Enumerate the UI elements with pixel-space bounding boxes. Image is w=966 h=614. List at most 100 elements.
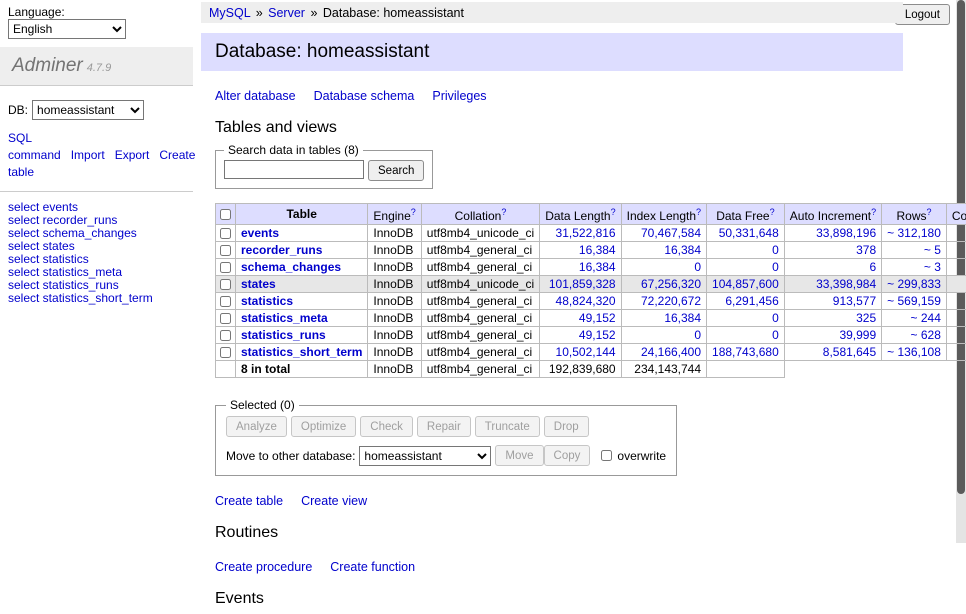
index-length-link[interactable]: 70,467,584 <box>641 226 701 240</box>
move-target-select[interactable]: homeassistant <box>359 446 491 466</box>
help-link[interactable]: ? <box>927 207 932 217</box>
column-header-auto-increment: Auto Increment? <box>784 204 881 225</box>
table-name-link[interactable]: statistics_runs <box>241 328 326 342</box>
language-select[interactable]: English <box>8 19 126 39</box>
rows-link[interactable]: ~ 312,180 <box>887 226 941 240</box>
data-free-link[interactable]: 0 <box>772 311 779 325</box>
sidebar-action-link[interactable]: Export <box>115 148 150 162</box>
data-length-link[interactable]: 16,384 <box>579 243 616 257</box>
check-button[interactable]: Check <box>360 416 413 437</box>
column-header-rows: Rows? <box>882 204 947 225</box>
table-name-link[interactable]: statistics_meta <box>241 311 328 325</box>
overwrite-option[interactable]: overwrite <box>599 449 666 463</box>
db-action-link[interactable]: Alter database <box>215 89 296 103</box>
rows-link[interactable]: ~ 5 <box>924 243 941 257</box>
create-link[interactable]: Create view <box>301 494 367 508</box>
help-link[interactable]: ? <box>871 207 876 217</box>
table-name-link[interactable]: recorder_runs <box>241 243 322 257</box>
app-name-link[interactable]: Adminer <box>12 55 83 76</box>
help-link[interactable]: ? <box>411 207 416 217</box>
index-length-link[interactable]: 67,256,320 <box>641 277 701 291</box>
data-length-link[interactable]: 10,502,144 <box>556 345 616 359</box>
routine-link[interactable]: Create procedure <box>215 560 312 574</box>
analyze-button[interactable]: Analyze <box>226 416 287 437</box>
rows-link[interactable]: ~ 299,833 <box>887 277 941 291</box>
auto-increment-link[interactable]: 325 <box>856 311 876 325</box>
row-checkbox[interactable] <box>220 228 231 239</box>
row-checkbox[interactable] <box>220 262 231 273</box>
data-free-link[interactable]: 0 <box>772 328 779 342</box>
logout-button[interactable]: Logout <box>895 4 950 25</box>
rows-link[interactable]: ~ 3 <box>924 260 941 274</box>
rows-link[interactable]: ~ 244 <box>911 311 941 325</box>
data-free-link[interactable]: 0 <box>772 260 779 274</box>
search-input[interactable] <box>224 160 364 179</box>
table-name-link[interactable]: events <box>241 226 279 240</box>
help-link[interactable]: ? <box>611 207 616 217</box>
auto-increment-link[interactable]: 39,999 <box>839 328 876 342</box>
help-link[interactable]: ? <box>501 207 506 217</box>
column-header-data-free: Data Free? <box>707 204 785 225</box>
index-length-link[interactable]: 72,220,672 <box>641 294 701 308</box>
search-button[interactable]: Search <box>368 160 424 181</box>
table-name-link[interactable]: statistics_short_term <box>241 345 362 359</box>
auto-increment-link[interactable]: 6 <box>869 260 876 274</box>
index-length-link[interactable]: 16,384 <box>664 311 701 325</box>
sidebar-table-link[interactable]: select statistics_short_term <box>8 292 185 305</box>
breadcrumb-link-server[interactable]: Server <box>268 6 305 20</box>
row-checkbox[interactable] <box>220 296 231 307</box>
rows-link[interactable]: ~ 569,159 <box>887 294 941 308</box>
truncate-button[interactable]: Truncate <box>475 416 540 437</box>
data-free-link[interactable]: 104,857,600 <box>712 277 779 291</box>
sidebar-action-link[interactable]: Import <box>71 148 105 162</box>
db-action-link[interactable]: Database schema <box>314 89 415 103</box>
index-length-link[interactable]: 0 <box>694 260 701 274</box>
auto-increment-link[interactable]: 8,581,645 <box>823 345 876 359</box>
data-length-link[interactable]: 101,859,328 <box>549 277 616 291</box>
data-free-link[interactable]: 0 <box>772 243 779 257</box>
table-name-link[interactable]: schema_changes <box>241 260 341 274</box>
auto-increment-link[interactable]: 33,898,196 <box>816 226 876 240</box>
rows-link[interactable]: ~ 628 <box>911 328 941 342</box>
index-length-link[interactable]: 24,166,400 <box>641 345 701 359</box>
data-length-link[interactable]: 49,152 <box>579 328 616 342</box>
db-select[interactable]: homeassistant <box>32 100 144 120</box>
row-checkbox[interactable] <box>220 245 231 256</box>
table-name-link[interactable]: states <box>241 277 276 291</box>
help-link[interactable]: ? <box>696 207 701 217</box>
row-checkbox[interactable] <box>220 330 231 341</box>
auto-increment-link[interactable]: 913,577 <box>833 294 876 308</box>
copy-button[interactable]: Copy <box>544 445 591 466</box>
auto-increment-link[interactable]: 378 <box>856 243 876 257</box>
repair-button[interactable]: Repair <box>417 416 471 437</box>
move-button[interactable]: Move <box>495 445 543 466</box>
data-free-cell: 104,857,600 <box>707 276 785 293</box>
row-select-cell <box>216 327 236 344</box>
data-length-link[interactable]: 16,384 <box>579 260 616 274</box>
data-length-link[interactable]: 49,152 <box>579 311 616 325</box>
row-checkbox[interactable] <box>220 347 231 358</box>
auto-increment-link[interactable]: 33,398,984 <box>816 277 876 291</box>
table-name-link[interactable]: statistics <box>241 294 293 308</box>
rows-link[interactable]: ~ 136,108 <box>887 345 941 359</box>
sidebar-action-link[interactable]: SQL command <box>8 131 61 162</box>
data-free-link[interactable]: 188,743,680 <box>712 345 779 359</box>
optimize-button[interactable]: Optimize <box>291 416 356 437</box>
index-length-link[interactable]: 16,384 <box>664 243 701 257</box>
data-free-link[interactable]: 50,331,648 <box>719 226 779 240</box>
drop-button[interactable]: Drop <box>544 416 589 437</box>
help-link[interactable]: ? <box>770 207 775 217</box>
overwrite-checkbox[interactable] <box>601 450 612 461</box>
data-length-link[interactable]: 31,522,816 <box>556 226 616 240</box>
create-link[interactable]: Create table <box>215 494 283 508</box>
data-length-link[interactable]: 48,824,320 <box>556 294 616 308</box>
row-checkbox[interactable] <box>220 313 231 324</box>
select-all-checkbox[interactable] <box>220 209 231 220</box>
routine-link[interactable]: Create function <box>330 560 415 574</box>
breadcrumb-link-mysql[interactable]: MySQL <box>209 6 250 20</box>
row-checkbox[interactable] <box>220 279 231 290</box>
index-length-link[interactable]: 0 <box>694 328 701 342</box>
index-length-cell: 24,166,400 <box>621 344 706 361</box>
db-action-link[interactable]: Privileges <box>432 89 486 103</box>
data-free-link[interactable]: 6,291,456 <box>725 294 778 308</box>
